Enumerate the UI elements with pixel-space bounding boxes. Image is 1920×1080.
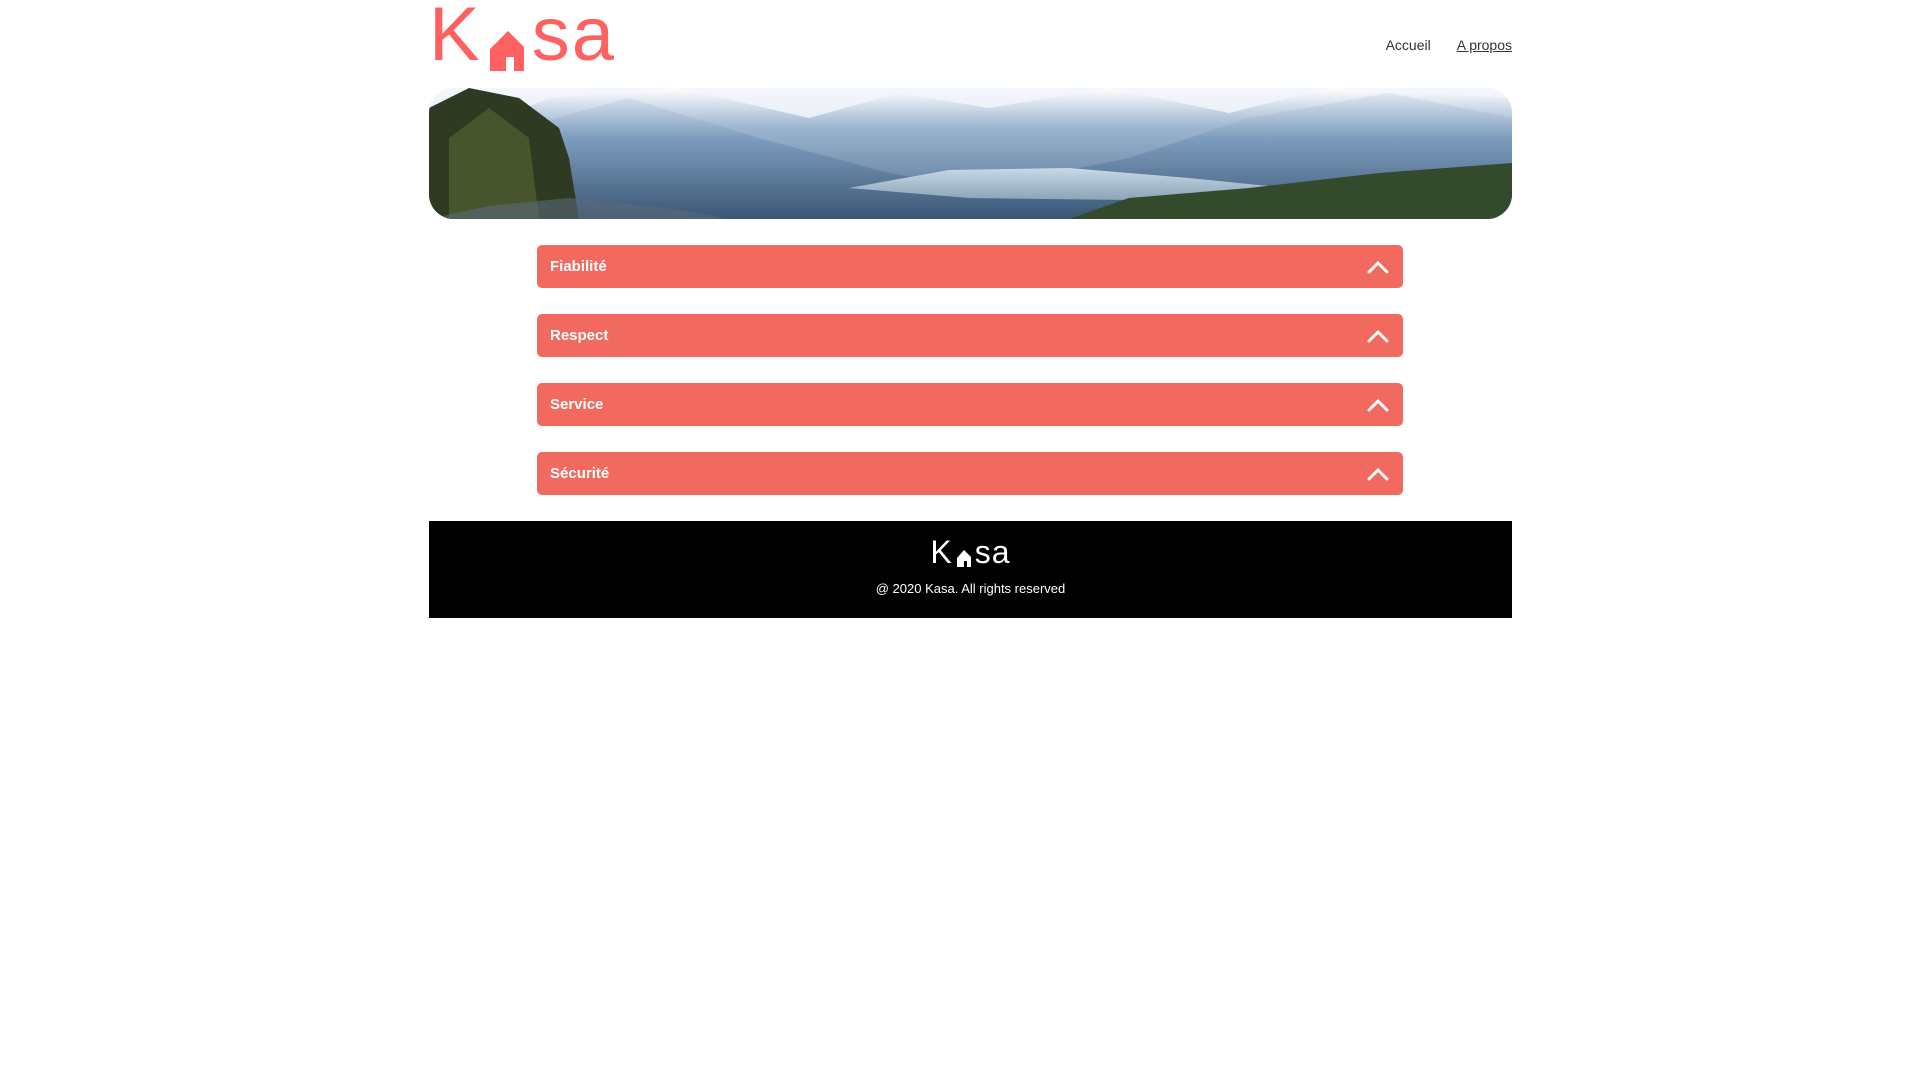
about-page: K sa Accueil A propos Fiabilité Respect … [0, 0, 1920, 1080]
accordion-title: Service [550, 396, 604, 413]
footer-kasa-logo: K sa [930, 534, 1011, 570]
accordion-title: Respect [550, 327, 609, 344]
banner-image [429, 88, 1512, 219]
accordion-item-service[interactable]: Service [537, 383, 1403, 426]
nav-link-home[interactable]: Accueil [1386, 37, 1431, 53]
accordion-title: Sécurité [550, 465, 610, 482]
main-nav: Accueil A propos [1386, 37, 1512, 53]
accordion-item-fiabilite[interactable]: Fiabilité [537, 245, 1403, 288]
house-icon [955, 544, 973, 568]
accordion-item-securite[interactable]: Sécurité [537, 452, 1403, 495]
header: K sa Accueil A propos [429, 0, 1512, 88]
chevron-up-icon[interactable] [1367, 398, 1389, 412]
footer: K sa @ 2020 Kasa. All rights reserved [429, 521, 1512, 618]
nav-link-about[interactable]: A propos [1457, 37, 1512, 53]
chevron-up-icon[interactable] [1367, 260, 1389, 274]
accordion-item-respect[interactable]: Respect [537, 314, 1403, 357]
kasa-logo[interactable]: K sa [429, 0, 616, 73]
copyright-text: @ 2020 Kasa. All rights reserved [875, 581, 1066, 596]
house-icon [484, 13, 528, 73]
chevron-up-icon[interactable] [1367, 329, 1389, 343]
values-accordion: Fiabilité Respect Service Sécurité [537, 245, 1403, 521]
accordion-title: Fiabilité [550, 258, 607, 275]
chevron-up-icon[interactable] [1367, 467, 1389, 481]
